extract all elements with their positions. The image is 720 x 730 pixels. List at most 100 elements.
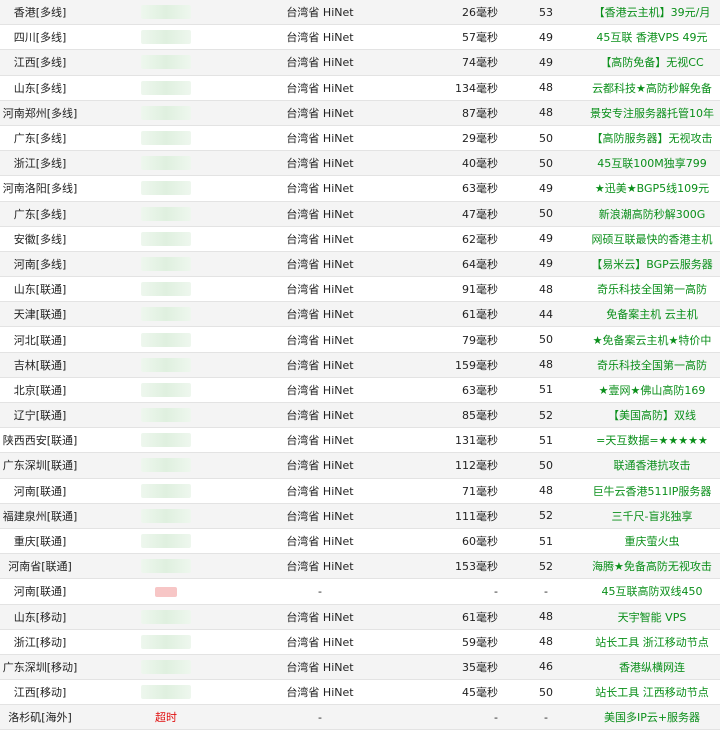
- location-cell: 台湾省 HiNet: [252, 629, 388, 655]
- location-cell: 台湾省 HiNet: [252, 679, 388, 706]
- sponsor-link[interactable]: 美国多IP云+服务器: [584, 704, 720, 730]
- region-cell: 河南省[联通]: [0, 553, 80, 580]
- sponsor-link[interactable]: 【高防服务器】无视攻击: [584, 125, 720, 152]
- region-cell: 河南[多线]: [0, 251, 80, 278]
- response-time-cell: 40毫秒: [388, 150, 516, 177]
- ttl-cell: 49: [516, 226, 584, 252]
- response-time-cell: -: [388, 578, 516, 605]
- sponsor-link[interactable]: 【高防免备】无视CC: [584, 49, 720, 76]
- ttl-cell: 50: [516, 125, 584, 152]
- ttl-cell: 48: [516, 629, 584, 655]
- response-time-cell: 112毫秒: [388, 452, 516, 479]
- sponsor-link[interactable]: 景安专注服务器托管10年: [584, 100, 720, 126]
- sponsor-link[interactable]: ★免备案云主机★特价中: [584, 326, 720, 353]
- location-cell: 台湾省 HiNet: [252, 0, 388, 26]
- sponsor-link[interactable]: 奇乐科技全国第一高防: [584, 352, 720, 378]
- table-row: 天津[联通] 台湾省 HiNet 61毫秒 44 免备案主机 云主机: [0, 301, 720, 328]
- location-cell: 台湾省 HiNet: [252, 528, 388, 555]
- sponsor-link[interactable]: 【易米云】BGP云服务器: [584, 251, 720, 278]
- sponsor-link[interactable]: 巨牛云香港511IP服务器: [584, 478, 720, 504]
- sponsor-link[interactable]: 站长工具 浙江移动节点: [584, 629, 720, 655]
- ttl-cell: 52: [516, 402, 584, 429]
- sponsor-link[interactable]: =天互数据=★★★★★: [584, 427, 720, 454]
- sponsor-link[interactable]: 【美国高防】双线: [584, 402, 720, 429]
- sponsor-link[interactable]: 奇乐科技全国第一高防: [584, 276, 720, 303]
- response-time-cell: 85毫秒: [388, 402, 516, 429]
- ip-cell: [80, 629, 252, 655]
- ip-cell: [80, 125, 252, 152]
- sponsor-link[interactable]: 海腾★免备高防无视攻击: [584, 553, 720, 580]
- table-row: 广东深圳[联通] 台湾省 HiNet 112毫秒 50 联通香港抗攻击: [0, 452, 720, 479]
- table-row: 河南郑州[多线] 台湾省 HiNet 87毫秒 48 景安专注服务器托管10年: [0, 100, 720, 126]
- redacted-ip: [141, 332, 191, 347]
- table-row: 山东[多线] 台湾省 HiNet 134毫秒 48 云都科技★高防秒解免备: [0, 75, 720, 101]
- ttl-cell: 51: [516, 528, 584, 555]
- sponsor-link[interactable]: 新浪潮高防秒解300G: [584, 201, 720, 227]
- sponsor-link[interactable]: 网硕互联最快的香港主机: [584, 226, 720, 252]
- redacted-ip: [141, 433, 191, 448]
- sponsor-link[interactable]: 联通香港抗攻击: [584, 452, 720, 479]
- ttl-cell: -: [516, 704, 584, 730]
- redacted-ip: [141, 55, 191, 70]
- sponsor-link[interactable]: 天宇智能 VPS: [584, 604, 720, 630]
- sponsor-link[interactable]: ★壹网★佛山高防169: [584, 377, 720, 404]
- region-cell: 河南洛阳[多线]: [0, 175, 80, 202]
- table-row: 陕西西安[联通] 台湾省 HiNet 131毫秒 51 =天互数据=★★★★★: [0, 427, 720, 454]
- table-row: 香港[多线] 台湾省 HiNet 26毫秒 53 【香港云主机】39元/月: [0, 0, 720, 26]
- response-time-cell: 79毫秒: [388, 326, 516, 353]
- sponsor-link[interactable]: 【香港云主机】39元/月: [584, 0, 720, 26]
- sponsor-link[interactable]: 重庆萤火虫: [584, 528, 720, 555]
- sponsor-link[interactable]: ★迅美★BGP5线109元: [584, 175, 720, 202]
- region-cell: 河北[联通]: [0, 326, 80, 353]
- table-row: 广东[多线] 台湾省 HiNet 29毫秒 50 【高防服务器】无视攻击: [0, 125, 720, 152]
- sponsor-link[interactable]: 三千尺-盲兆独享: [584, 503, 720, 529]
- ip-cell: [80, 326, 252, 353]
- ip-cell: [80, 503, 252, 529]
- table-row: 山东[联通] 台湾省 HiNet 91毫秒 48 奇乐科技全国第一高防: [0, 276, 720, 303]
- redacted-ip: [141, 458, 191, 473]
- region-cell: 山东[联通]: [0, 276, 80, 303]
- response-time-cell: 87毫秒: [388, 100, 516, 126]
- ttl-cell: 44: [516, 301, 584, 328]
- redacted-ip: [141, 256, 191, 271]
- response-time-cell: 47毫秒: [388, 201, 516, 227]
- ip-cell: [80, 578, 252, 605]
- table-row: 河北[联通] 台湾省 HiNet 79毫秒 50 ★免备案云主机★特价中: [0, 326, 720, 353]
- sponsor-link[interactable]: 45互联 香港VPS 49元: [584, 24, 720, 51]
- table-row: 河南省[联通] 台湾省 HiNet 153毫秒 52 海腾★免备高防无视攻击: [0, 553, 720, 580]
- location-cell: 台湾省 HiNet: [252, 226, 388, 252]
- location-cell: 台湾省 HiNet: [252, 24, 388, 51]
- region-cell: 广东深圳[移动]: [0, 654, 80, 681]
- ttl-cell: 46: [516, 654, 584, 681]
- location-cell: 台湾省 HiNet: [252, 49, 388, 76]
- ttl-cell: 48: [516, 100, 584, 126]
- response-time-cell: 61毫秒: [388, 604, 516, 630]
- redacted-ip: [141, 382, 191, 397]
- response-time-cell: 153毫秒: [388, 553, 516, 580]
- ip-cell: [80, 352, 252, 378]
- location-cell: 台湾省 HiNet: [252, 175, 388, 202]
- response-time-cell: 71毫秒: [388, 478, 516, 504]
- sponsor-link[interactable]: 免备案主机 云主机: [584, 301, 720, 328]
- location-cell: 台湾省 HiNet: [252, 427, 388, 454]
- sponsor-link[interactable]: 45互联高防双线450: [584, 578, 720, 605]
- ttl-cell: -: [516, 578, 584, 605]
- ttl-cell: 53: [516, 0, 584, 26]
- region-cell: 吉林[联通]: [0, 352, 80, 378]
- response-time-cell: 35毫秒: [388, 654, 516, 681]
- ttl-cell: 48: [516, 352, 584, 378]
- table-row: 洛杉矶[海外] 超时 - - - 美国多IP云+服务器: [0, 704, 720, 730]
- sponsor-link[interactable]: 云都科技★高防秒解免备: [584, 75, 720, 101]
- redacted-ip: [141, 508, 191, 523]
- ip-cell: [80, 251, 252, 278]
- response-time-cell: 62毫秒: [388, 226, 516, 252]
- table-row: 辽宁[联通] 台湾省 HiNet 85毫秒 52 【美国高防】双线: [0, 402, 720, 429]
- sponsor-link[interactable]: 站长工具 江西移动节点: [584, 679, 720, 706]
- redacted-ip: [141, 105, 191, 120]
- response-time-cell: 111毫秒: [388, 503, 516, 529]
- sponsor-link[interactable]: 45互联100M独享799: [584, 150, 720, 177]
- ip-cell: [80, 75, 252, 101]
- sponsor-link[interactable]: 香港纵横网连: [584, 654, 720, 681]
- ip-cell: [80, 654, 252, 681]
- location-cell: 台湾省 HiNet: [252, 377, 388, 404]
